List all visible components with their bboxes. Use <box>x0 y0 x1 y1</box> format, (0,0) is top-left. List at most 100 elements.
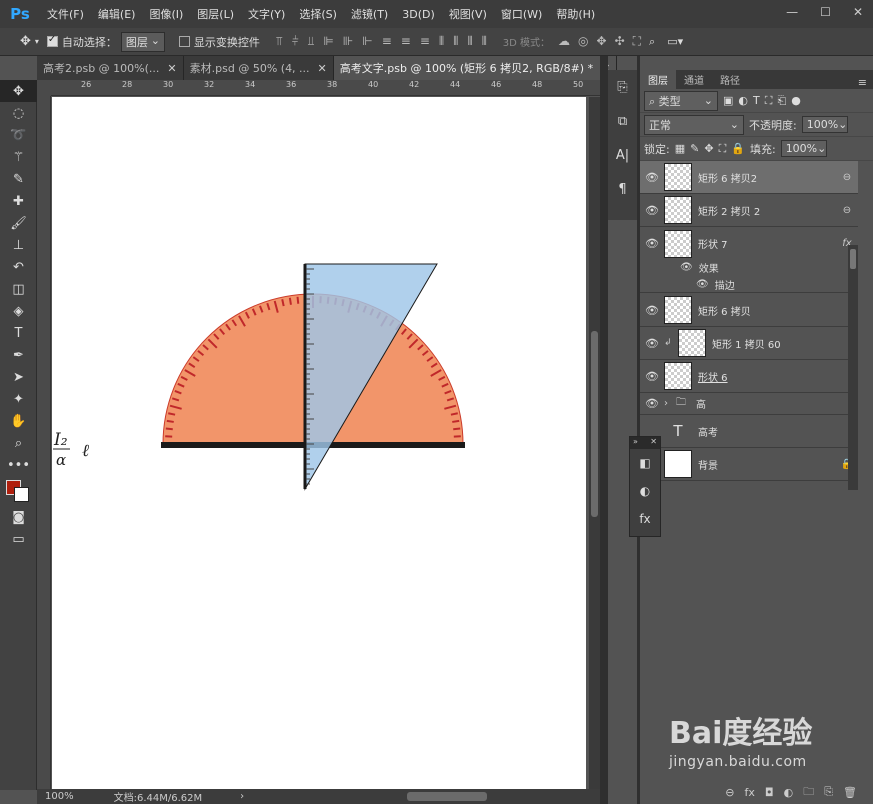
quick-mask-icon[interactable]: ◙ <box>0 506 37 528</box>
background-color[interactable] <box>14 487 29 502</box>
filter-toggle-icon[interactable]: ● <box>791 94 801 107</box>
close-icon[interactable]: ✕ <box>650 437 657 449</box>
search-icon[interactable]: ⌕ <box>649 35 655 49</box>
menu-help[interactable]: 帮助(H) <box>549 6 602 22</box>
styles-icon[interactable]: fx <box>630 505 660 533</box>
distribute-right-icon[interactable]: ⦀ <box>467 34 472 49</box>
history-panel-icon[interactable]: ⎘ <box>608 70 637 104</box>
menu-filter[interactable]: 滤镜(T) <box>344 6 395 22</box>
paint-bucket-icon[interactable]: ◈ <box>0 300 37 322</box>
auto-select-dropdown[interactable]: 图层 ⌄ <box>120 31 165 52</box>
healing-brush-icon[interactable]: ✚ <box>0 190 37 212</box>
roll-3d-icon[interactable]: ◎ <box>578 34 588 49</box>
lock-position-icon[interactable]: ✥ <box>704 142 713 155</box>
status-arrow-icon[interactable]: › <box>240 791 244 802</box>
eye-icon[interactable]: 👁 <box>640 171 664 184</box>
align-right-icon[interactable]: ⊩ <box>362 34 372 49</box>
group-row[interactable]: 👁 › 🗀 高 <box>640 393 858 415</box>
character-panel-icon[interactable]: A| <box>608 138 637 172</box>
distribute-hcenter-icon[interactable]: ⦀ <box>453 34 458 49</box>
filter-adjust-icon[interactable]: ◐ <box>738 94 748 107</box>
filter-smart-icon[interactable]: ⎗ <box>777 94 786 108</box>
eye-icon[interactable]: 👁 <box>640 397 664 410</box>
menu-view[interactable]: 视图(V) <box>442 6 494 22</box>
menu-edit[interactable]: 编辑(E) <box>91 6 143 22</box>
menu-select[interactable]: 选择(S) <box>292 6 344 22</box>
layer-row[interactable]: 👁 ↲ 矩形 1 拷贝 60 <box>640 327 858 360</box>
eyedropper-icon[interactable]: ✎ <box>0 168 37 190</box>
pen-tool-icon[interactable]: ✒ <box>0 344 37 366</box>
eye-icon[interactable]: 👁 <box>640 304 664 317</box>
hand-tool-icon[interactable]: ✋ <box>0 410 37 432</box>
slide-3d-icon[interactable]: ✣ <box>615 34 625 49</box>
zoom-level[interactable]: 100% <box>45 791 74 802</box>
scale-3d-icon[interactable]: ⛶ <box>633 34 641 49</box>
maximize-icon[interactable]: ☐ <box>820 5 831 19</box>
chevron-down-icon[interactable]: ▾ <box>35 37 39 46</box>
eraser-icon[interactable]: ◫ <box>0 278 37 300</box>
opacity-input[interactable]: 100% ⌄ <box>801 116 848 133</box>
stroke-effect-row[interactable]: 👁 描边 <box>640 276 858 293</box>
magic-wand-icon[interactable]: ⚚ <box>0 146 37 168</box>
close-icon[interactable]: ✕ <box>167 62 176 75</box>
tab-gaokao2[interactable]: 高考2.psb @ 100%(... ✕ <box>37 56 184 80</box>
history-brush-icon[interactable]: ↶ <box>0 256 37 278</box>
orbit-3d-icon[interactable]: ☁ <box>558 34 570 49</box>
distribute-top-icon[interactable]: ≡ <box>382 34 392 49</box>
lock-paint-icon[interactable]: ✎ <box>690 142 699 155</box>
align-bottom-icon[interactable]: ⫫ <box>308 34 315 49</box>
menu-3d[interactable]: 3D(D) <box>395 8 442 21</box>
eye-icon[interactable]: 👁 <box>640 237 664 250</box>
layer-filter-dropdown[interactable]: ⌕ 类型 ⌄ <box>644 90 718 111</box>
layer-row[interactable]: T 高考 <box>640 415 858 448</box>
adjustments-icon[interactable]: ◐ <box>630 477 660 505</box>
layer-row[interactable]: 👁 背景 🔒 <box>640 448 858 481</box>
filter-pixel-icon[interactable]: ▣ <box>723 94 733 107</box>
align-vcenter-icon[interactable]: ⫩ <box>292 34 299 49</box>
align-hcenter-icon[interactable]: ⊪ <box>343 34 353 49</box>
workspace-icon[interactable]: ▭▾ <box>667 35 683 48</box>
menu-type[interactable]: 文字(Y) <box>241 6 292 22</box>
color-swatches[interactable] <box>0 476 37 506</box>
menu-window[interactable]: 窗口(W) <box>494 6 549 22</box>
filter-shape-icon[interactable]: ⛶ <box>765 94 773 108</box>
auto-align-icon[interactable]: ⫴ <box>482 34 487 49</box>
close-icon[interactable]: ✕ <box>318 62 327 75</box>
layer-row[interactable]: 👁 矩形 2 拷贝 2 ⊖ <box>640 194 858 227</box>
layer-row[interactable]: 👁 形状 6 <box>640 360 858 393</box>
delete-layer-icon[interactable]: 🗑 <box>843 786 857 799</box>
menu-image[interactable]: 图像(I) <box>142 6 190 22</box>
screen-mode-icon[interactable]: ▭ <box>0 528 37 550</box>
distribute-center-icon[interactable]: ≡ <box>401 34 411 49</box>
tab-gaokao-wenzi[interactable]: 高考文字.psb @ 100% (矩形 6 拷贝2, RGB/8#) *✕ <box>333 56 618 80</box>
shape-tool-icon[interactable]: ✦ <box>0 388 37 410</box>
paragraph-panel-icon[interactable]: ¶ <box>608 172 637 206</box>
eye-icon[interactable]: 👁 <box>640 337 664 350</box>
menu-file[interactable]: 文件(F) <box>40 6 91 22</box>
filter-text-icon[interactable]: T <box>753 94 760 107</box>
panel-menu-icon[interactable]: ≡ <box>858 76 873 89</box>
lock-all-icon[interactable]: 🔒 <box>731 142 745 155</box>
zoom-tool-icon[interactable]: ⌕ <box>0 432 37 454</box>
move-tool-icon[interactable]: ✥ <box>20 34 31 49</box>
align-left-icon[interactable]: ⊫ <box>323 34 333 49</box>
move-tool-icon[interactable]: ✥ <box>0 80 37 102</box>
layer-row[interactable]: 👁 形状 7 fx <box>640 227 858 260</box>
canvas-horizontal-scrollbar[interactable] <box>407 792 487 801</box>
eye-icon[interactable]: 👁 <box>640 370 664 383</box>
menu-layer[interactable]: 图层(L) <box>190 6 241 22</box>
tab-paths[interactable]: 路径 <box>712 70 748 89</box>
auto-select-checkbox[interactable] <box>46 34 58 47</box>
libraries-icon[interactable]: ◧ <box>630 449 660 477</box>
transform-controls-checkbox[interactable] <box>178 36 190 47</box>
tab-layers[interactable]: 图层 <box>640 70 676 89</box>
document-canvas[interactable]: I₂ α ℓ <box>52 97 586 789</box>
lasso-tool-icon[interactable]: ➰ <box>0 124 37 146</box>
tab-sucai[interactable]: 素材.psd @ 50% (4, ... ✕ <box>183 56 334 80</box>
close-icon[interactable]: ✕ <box>853 5 863 19</box>
text-tool-icon[interactable]: T <box>0 322 37 344</box>
chevron-right-icon[interactable]: › <box>664 398 676 409</box>
canvas-vertical-scrollbar[interactable] <box>589 97 600 789</box>
collapse-icon[interactable]: » <box>633 437 638 449</box>
lock-artboard-icon[interactable]: ⛶ <box>719 142 727 156</box>
